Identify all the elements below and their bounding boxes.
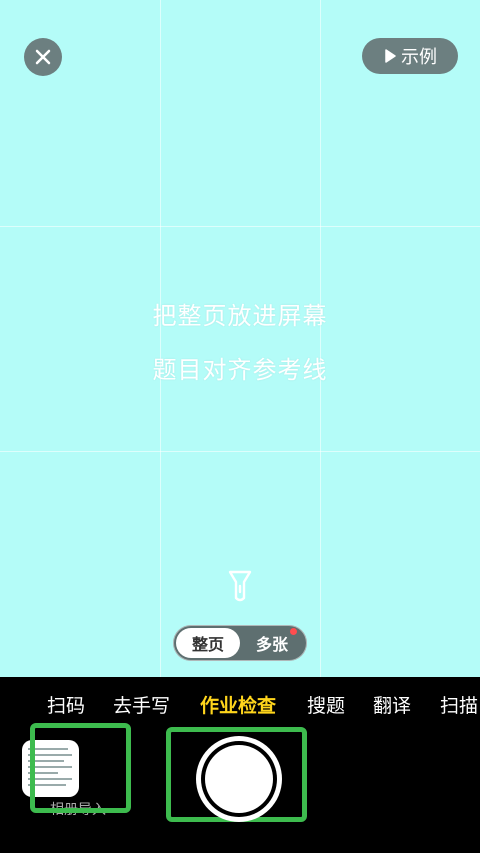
mode-whole-page[interactable]: 整页 (176, 628, 240, 658)
example-label: 示例 (401, 47, 437, 68)
example-button[interactable]: 示例 (362, 38, 458, 74)
bottom-panel: 扫码 去手写 作业检查 搜题 翻译 扫描 相册导入 (0, 677, 480, 853)
close-button[interactable] (24, 38, 62, 76)
grid-line (320, 0, 321, 677)
mode-tabs: 扫码 去手写 作业检查 搜题 翻译 扫描 (0, 691, 480, 721)
grid-line (0, 226, 480, 227)
grid-line (160, 0, 161, 677)
tab-scan[interactable]: 扫描 (440, 691, 478, 718)
play-icon (385, 49, 396, 63)
new-badge-dot (290, 628, 297, 635)
tab-scan-code[interactable]: 扫码 (47, 691, 85, 718)
page-mode-switch[interactable]: 整页 多张 (173, 625, 307, 661)
camera-viewfinder[interactable]: 示例 把整页放进屏幕 题目对齐参考线 整页 多张 (0, 0, 480, 677)
tab-translate[interactable]: 翻译 (373, 691, 411, 718)
instruction-line-1: 把整页放进屏幕 (152, 302, 328, 330)
tab-search-question[interactable]: 搜题 (307, 691, 345, 718)
shutter-button[interactable] (196, 736, 282, 822)
instruction-line-2: 题目对齐参考线 (152, 356, 328, 384)
tab-homework-check[interactable]: 作业检查 (200, 691, 276, 718)
flashlight-icon[interactable] (226, 568, 254, 604)
tab-remove-handwriting[interactable]: 去手写 (113, 691, 170, 718)
close-icon (35, 49, 51, 65)
album-highlight-box (30, 723, 131, 813)
grid-line (0, 451, 480, 452)
